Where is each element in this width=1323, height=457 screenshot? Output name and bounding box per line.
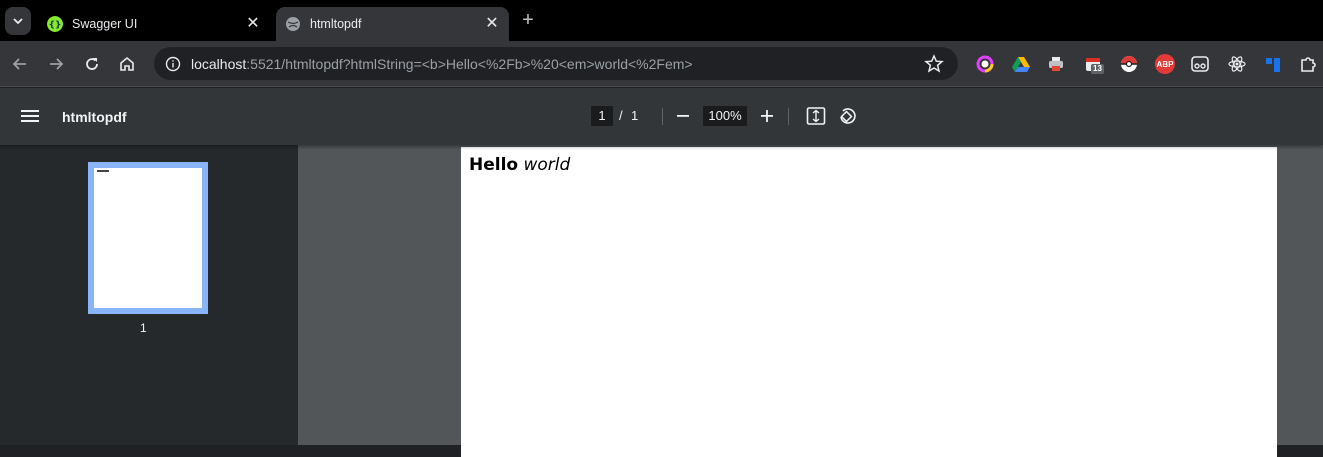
page-separator: /: [619, 108, 623, 123]
svg-text:{}: {}: [49, 21, 62, 31]
swagger-icon: {}: [47, 16, 63, 32]
close-tab-icon[interactable]: ✕: [244, 15, 262, 33]
home-icon: [120, 56, 134, 71]
blue-bar-extension-icon[interactable]: [1263, 54, 1283, 74]
italic-text: world: [523, 155, 571, 175]
glasses-extension-icon[interactable]: [1190, 54, 1210, 74]
menu-icon[interactable]: [21, 107, 39, 125]
pdf-content: Hello world: [469, 155, 570, 175]
url-text[interactable]: localhost:5521/htmltopdf?htmlString=<b>H…: [191, 56, 693, 72]
zoom-out-icon[interactable]: [672, 105, 694, 127]
pdf-viewer[interactable]: Hello world: [298, 145, 1323, 457]
pdf-toolbar: htmltopdf 1 / 1 100%: [0, 88, 1323, 145]
pdf-page: Hello world: [461, 147, 1277, 457]
home-button[interactable]: [113, 50, 141, 78]
zoom-level-input[interactable]: 100%: [703, 106, 747, 126]
address-bar[interactable]: localhost:5521/htmltopdf?htmlString=<b>H…: [154, 47, 958, 80]
fit-to-page-icon[interactable]: [805, 105, 827, 127]
zoom-in-icon[interactable]: [756, 105, 778, 127]
arrow-right-icon: [50, 58, 64, 70]
page-total: 1: [631, 108, 639, 123]
new-tab-icon[interactable]: +: [518, 10, 538, 30]
browser-toolbar: localhost:5521/htmltopdf?htmlString=<b>H…: [0, 41, 1323, 87]
tab-search-button[interactable]: [5, 7, 31, 35]
react-devtools-icon[interactable]: [1227, 54, 1247, 74]
pokeball-extension-icon[interactable]: [1119, 54, 1139, 74]
document-title: htmltopdf: [62, 109, 127, 125]
chevron-down-icon: [13, 18, 23, 25]
toolbar-divider: [788, 108, 789, 125]
tab-strip: {} Swagger UI ✕ htmltopdf ✕ +: [0, 0, 1323, 41]
bold-text: Hello: [469, 155, 519, 175]
page-thumbnail[interactable]: [88, 162, 208, 314]
tab-swagger-ui[interactable]: {} Swagger UI ✕: [38, 7, 270, 41]
thumbnail-text-preview: [97, 170, 109, 172]
tab-title: htmltopdf: [310, 17, 362, 31]
calendar-extension-icon[interactable]: 13: [1083, 54, 1104, 74]
puzzle-extensions-icon[interactable]: [1298, 54, 1318, 74]
google-drive-icon[interactable]: [1011, 54, 1031, 74]
rotate-icon[interactable]: [836, 105, 858, 127]
site-info-icon[interactable]: [162, 53, 184, 75]
close-tab-icon[interactable]: ✕: [483, 15, 501, 33]
thumbnail-page-preview: [94, 168, 202, 308]
back-button[interactable]: [6, 50, 34, 78]
printer-extension-icon[interactable]: [1046, 54, 1066, 74]
thumbnail-sidebar: 1: [0, 145, 298, 445]
thumbnail-page-number: 1: [140, 321, 147, 335]
url-host: localhost: [191, 56, 247, 72]
tab-htmltopdf[interactable]: htmltopdf ✕: [276, 7, 509, 41]
page-number-input[interactable]: 1: [591, 106, 613, 126]
reload-button[interactable]: [78, 50, 106, 78]
arrow-left-icon: [12, 58, 26, 70]
toolbar-divider: [662, 108, 663, 125]
notification-badge: 13: [1091, 64, 1104, 74]
forward-button[interactable]: [42, 50, 70, 78]
tab-title: Swagger UI: [72, 17, 138, 31]
reload-icon: [86, 58, 98, 70]
globe-icon: [286, 17, 300, 31]
adblock-label: ABP: [1156, 59, 1174, 69]
url-path: :5521/htmltopdf?htmlString=<b>Hello<%2Fb…: [246, 56, 693, 72]
colorful-ring-extension-icon[interactable]: [975, 54, 995, 74]
adblock-plus-icon[interactable]: ABP: [1155, 54, 1175, 74]
bookmark-star-icon[interactable]: [924, 54, 944, 74]
